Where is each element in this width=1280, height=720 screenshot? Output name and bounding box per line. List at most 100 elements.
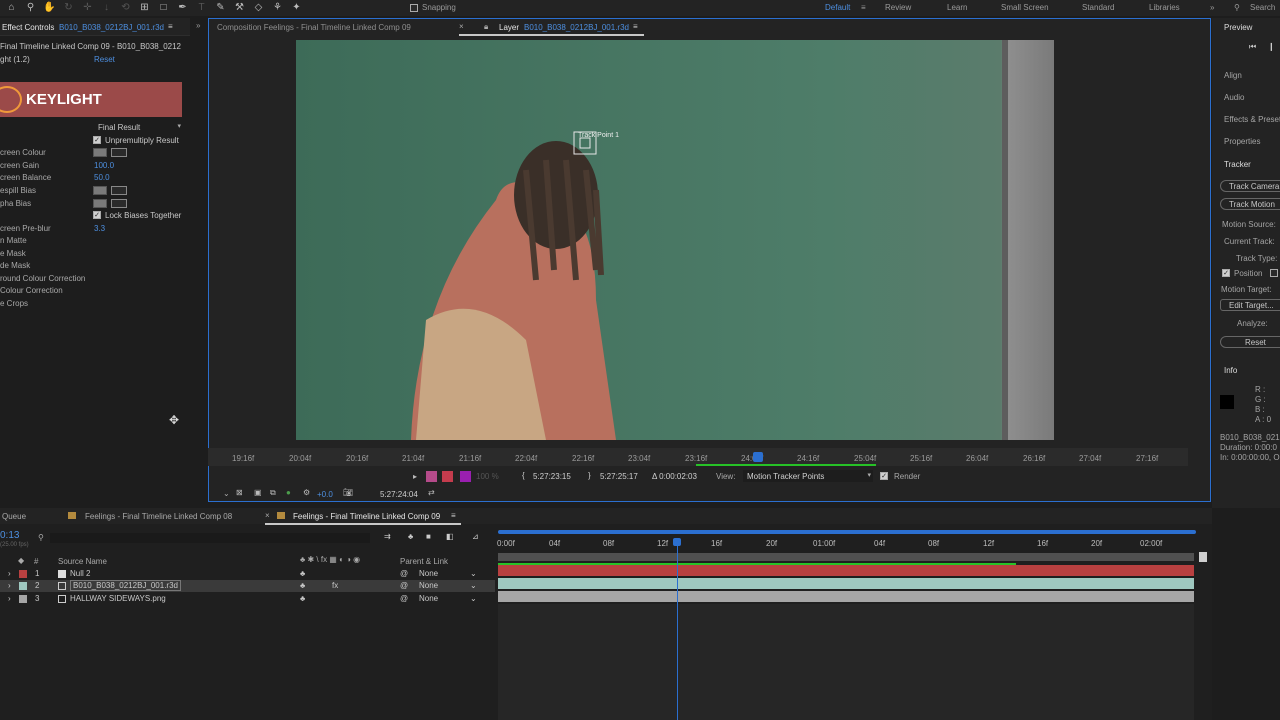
frame-blending-icon[interactable]: ◧ <box>446 532 454 541</box>
resolution-icon[interactable]: ⇄ <box>428 488 435 497</box>
viewer-menu-icon[interactable]: ≡ <box>633 22 638 31</box>
foreground-colour-correction-group[interactable]: round Colour Correction <box>0 274 85 283</box>
label-color-chip[interactable] <box>19 595 27 603</box>
set-out-icon[interactable]: } <box>588 471 591 480</box>
render-checkbox[interactable]: ✓ <box>880 472 888 480</box>
fx-icon[interactable]: fx <box>332 581 338 590</box>
workspace-review[interactable]: Review <box>885 3 911 12</box>
edge-colour-correction-group[interactable]: Colour Correction <box>0 286 63 295</box>
layer-bar[interactable] <box>498 565 1194 576</box>
type-tool-icon[interactable]: T <box>195 1 208 14</box>
layer-tab-name[interactable]: B010_B038_0212BJ_001.r3d <box>524 23 629 32</box>
motion-blur-icon[interactable]: ■ <box>426 532 431 541</box>
exposure-value[interactable]: +0.0 <box>317 490 333 499</box>
work-area-bar[interactable] <box>498 553 1194 561</box>
in-time-value[interactable]: 5:27:23:15 <box>533 472 571 481</box>
puppet-pin-icon[interactable]: ✦ <box>290 1 303 14</box>
workspace-small-screen[interactable]: Small Screen <box>1001 3 1049 12</box>
parent-pickwhip-icon[interactable]: @ <box>400 581 408 590</box>
roto-brush-icon[interactable]: ⚘ <box>271 1 284 14</box>
comp-mini-flowchart-icon[interactable]: ⇉ <box>384 532 391 541</box>
layer-bar[interactable] <box>498 591 1194 602</box>
reset-tracker-button[interactable]: Reset <box>1220 336 1280 348</box>
out-time-value[interactable]: 5:27:25:17 <box>600 472 638 481</box>
search-icon[interactable]: ⚲ <box>38 533 44 542</box>
tracker-panel-title[interactable]: Tracker <box>1224 160 1251 169</box>
set-in-icon[interactable]: { <box>522 471 525 480</box>
work-area-bar[interactable] <box>696 464 876 466</box>
workspace-learn[interactable]: Learn <box>947 3 967 12</box>
layer-row[interactable]: › 2 B010_B038_0212BJ_001.r3d ♣ fx @ None… <box>0 580 495 592</box>
despill-bias-swatch[interactable] <box>93 186 107 195</box>
close-tab-icon[interactable]: × <box>459 22 464 31</box>
comp-08-tab[interactable]: Feelings - Final Timeline Linked Comp 08 <box>85 512 232 521</box>
layer-search-input[interactable] <box>50 533 370 543</box>
snapshot-camera-icon[interactable]: 📷︎ <box>343 488 353 497</box>
dolly-tool-icon[interactable]: ↓ <box>100 1 113 14</box>
search-icon[interactable]: ⚲ <box>1234 3 1240 12</box>
comp-09-tab[interactable]: Feelings - Final Timeline Linked Comp 09 <box>293 512 440 521</box>
layer-row[interactable]: › 3 HALLWAY SIDEWAYS.png ♣ @ None ⌄ <box>0 593 495 605</box>
workspace-default[interactable]: Default <box>825 3 850 12</box>
screen-matte-group[interactable]: n Matte <box>0 236 27 245</box>
panel-menu-icon[interactable]: ≡ <box>168 22 173 31</box>
zoom-tool-icon[interactable]: ⚲ <box>24 1 37 14</box>
region-of-interest-icon[interactable]: ▣ <box>254 488 262 497</box>
channel-blue-button[interactable] <box>460 471 471 482</box>
grid-guides-icon[interactable]: ⧉ <box>270 488 276 498</box>
rectangle-tool-icon[interactable]: □ <box>157 1 170 14</box>
magnification-chevron-icon[interactable]: ⌄ <box>223 489 230 498</box>
workspace-libraries[interactable]: Libraries <box>1149 3 1180 12</box>
parent-dropdown[interactable]: None <box>419 581 438 590</box>
lock-icon[interactable]: 🔒︎ <box>484 22 488 32</box>
zoom-value[interactable]: 100 % <box>476 472 499 481</box>
clone-stamp-icon[interactable]: ⚒ <box>233 1 246 14</box>
pen-tool-icon[interactable]: ✒ <box>176 1 189 14</box>
current-time-value[interactable]: 5:27:24:04 <box>380 490 418 499</box>
draft-3d-icon[interactable]: ♣ <box>408 532 413 541</box>
graph-editor-icon[interactable]: ⊿ <box>472 532 479 541</box>
shy-icon[interactable]: ♣ <box>300 594 305 603</box>
eraser-tool-icon[interactable]: ◇ <box>252 1 265 14</box>
more-workspaces-icon[interactable]: » <box>1210 3 1214 12</box>
effect-reset-link[interactable]: Reset <box>94 55 115 64</box>
color-management-icon[interactable]: ⚙ <box>303 488 310 497</box>
layer-footage-frame[interactable]: Track Point 1 <box>296 40 1054 440</box>
show-channel-icon[interactable]: ● <box>286 488 291 497</box>
end-marker[interactable] <box>1199 552 1207 562</box>
play-button-icon[interactable]: ▸ <box>413 472 417 481</box>
screen-preblur-value[interactable]: 3.3 <box>94 224 105 233</box>
step-back-icon[interactable]: ❙ <box>1268 42 1275 51</box>
expand-arrow-icon[interactable]: › <box>8 594 11 603</box>
channel-red-button[interactable] <box>426 471 437 482</box>
screen-balance-value[interactable]: 50.0 <box>94 173 110 182</box>
track-camera-button[interactable]: Track Camera <box>1220 180 1280 192</box>
rotation-checkbox[interactable] <box>1270 269 1278 277</box>
view-dropdown[interactable]: Final Result ▾ <box>92 122 182 133</box>
rotate-tool-icon[interactable]: ⟲ <box>119 1 132 14</box>
parent-pickwhip-icon[interactable]: @ <box>400 594 408 603</box>
anchor-tool-icon[interactable]: ⊞ <box>138 1 151 14</box>
current-time-indicator[interactable] <box>673 538 681 546</box>
shy-icon[interactable]: ♣ <box>300 569 305 578</box>
edit-target-button[interactable]: Edit Target... <box>1220 299 1280 311</box>
track-motion-button[interactable]: Track Motion <box>1220 198 1280 210</box>
workspace-menu-icon[interactable]: ≡ <box>861 3 866 12</box>
alpha-bias-swatch[interactable] <box>93 199 107 208</box>
transparency-grid-icon[interactable]: ⊠ <box>236 488 243 497</box>
playhead[interactable] <box>753 452 763 462</box>
layer-name[interactable]: HALLWAY SIDEWAYS.png <box>70 594 166 603</box>
label-color-chip[interactable] <box>19 582 27 590</box>
layer-time-ruler[interactable]: 19:16f 20:04f 20:16f 21:04f 21:16f 22:04… <box>208 448 1188 466</box>
brush-tool-icon[interactable]: ✎ <box>214 1 227 14</box>
audio-panel-title[interactable]: Audio <box>1224 93 1244 102</box>
label-color-chip[interactable] <box>19 570 27 578</box>
source-name-column-header[interactable]: Source Name <box>58 557 107 566</box>
skip-to-start-icon[interactable]: ⏮ <box>1249 42 1256 52</box>
current-timecode[interactable]: 0:13 <box>0 530 19 541</box>
properties-panel-title[interactable]: Properties <box>1224 137 1260 146</box>
eyedropper-icon[interactable] <box>111 148 127 157</box>
search-help-label[interactable]: Search <box>1250 3 1275 12</box>
shy-icon[interactable]: ♣ <box>300 581 305 590</box>
parent-pickwhip-icon[interactable]: @ <box>400 569 408 578</box>
